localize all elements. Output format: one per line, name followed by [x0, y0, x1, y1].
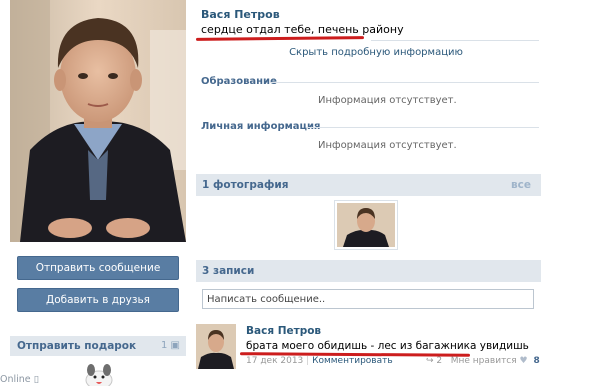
- comment-link[interactable]: Комментировать: [312, 356, 393, 366]
- personal-info-value: Информация отсутствует.: [318, 140, 457, 151]
- like-label[interactable]: Мне нравится: [451, 356, 517, 366]
- photo-thumbnail-image: [337, 203, 395, 247]
- photos-all-link[interactable]: все: [511, 174, 531, 196]
- education-title: Образование: [201, 76, 277, 87]
- gift-icon: ▣: [170, 340, 180, 351]
- profile-name: Вася Петров: [201, 8, 280, 21]
- post-meta: 17 дек 2013 | Комментировать: [246, 356, 393, 366]
- wall-post-input[interactable]: [202, 289, 534, 309]
- personal-info-title: Личная информация: [201, 121, 321, 132]
- right-column: Вася Петров сердце отдал тебе, печень ра…: [195, 0, 544, 386]
- gift-count: 1 ▣: [160, 340, 180, 351]
- education-value: Информация отсутствует.: [318, 95, 457, 106]
- post-actions: ↪ 2 Мне нравится ♥ 8: [426, 356, 540, 366]
- photo-thumbnail[interactable]: [334, 200, 398, 250]
- profile-photo[interactable]: [10, 0, 186, 242]
- send-message-button[interactable]: Отправить сообщение: [17, 256, 179, 280]
- share-icon: ↪: [426, 356, 434, 366]
- photos-title: 1 фотография: [202, 179, 289, 191]
- send-gift-header[interactable]: Отправить подарок 1 ▣: [10, 336, 186, 356]
- share-count: 2: [436, 356, 443, 366]
- gift-dog-icon[interactable]: [82, 362, 116, 386]
- mobile-icon: ▯: [33, 374, 39, 385]
- divider: [271, 82, 539, 83]
- post-date[interactable]: 17 дек 2013: [246, 356, 303, 366]
- divider: [306, 127, 539, 128]
- like-count: 8: [533, 356, 540, 366]
- online-status: Online ▯: [0, 374, 39, 385]
- post-author-avatar[interactable]: [196, 324, 236, 369]
- profile-status[interactable]: сердце отдал тебе, печень району: [201, 23, 404, 36]
- status-red-underline: [195, 36, 365, 41]
- meta-separator: |: [306, 356, 310, 366]
- profile-photo-image: [10, 0, 186, 242]
- wall-title: 3 записи: [202, 265, 255, 277]
- send-gift-label: Отправить подарок: [17, 340, 137, 352]
- post-text: брата моего обидишь - лес из багажника у…: [246, 340, 529, 352]
- post-author-avatar-image: [196, 324, 236, 369]
- hide-info-link[interactable]: Скрыть подробную информацию: [196, 47, 536, 58]
- divider: [371, 40, 539, 41]
- heart-icon[interactable]: ♥: [520, 356, 528, 366]
- post-author-name[interactable]: Вася Петров: [246, 325, 321, 337]
- photos-header[interactable]: 1 фотография все: [196, 174, 541, 196]
- wall-header: 3 записи: [196, 260, 541, 282]
- add-friend-button[interactable]: Добавить в друзья: [17, 288, 179, 312]
- left-column: Отправить сообщение Добавить в друзья От…: [0, 0, 190, 386]
- share-button[interactable]: ↪ 2: [426, 356, 442, 366]
